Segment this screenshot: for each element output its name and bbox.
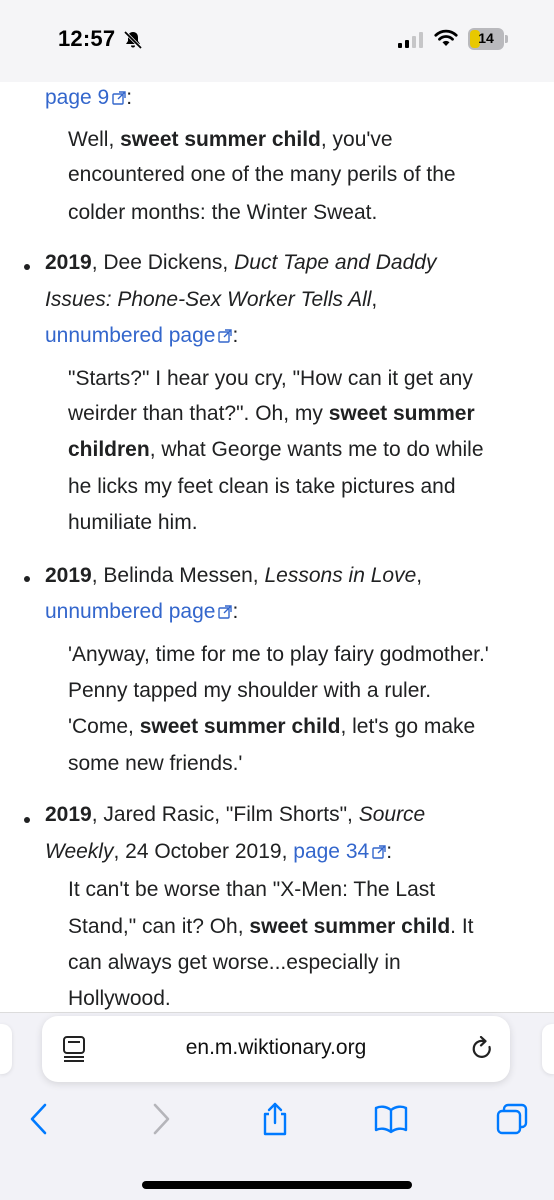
citation-line: 2019, Belinda Messen, Lessons in Love, (45, 564, 423, 587)
list-bullet (24, 264, 30, 270)
signal-icon (398, 32, 423, 48)
book-title: Lessons in Love (264, 564, 417, 587)
quote-line: Well, sweet summer child, you've (68, 128, 393, 151)
article-content: page 9: Well, sweet summer child, you've… (0, 82, 554, 1010)
external-link-icon (218, 329, 233, 343)
book-title: Duct Tape and Daddy (234, 251, 437, 274)
quote-line: "Starts?" I hear you cry, "How can it ge… (68, 367, 473, 390)
citation-line: 2019, Dee Dickens, Duct Tape and Daddy (45, 251, 437, 274)
next-tab-peek[interactable] (542, 1024, 554, 1074)
highlight-term: sweet summer child (249, 915, 451, 938)
quote-line: humiliate him. (68, 511, 198, 534)
citation-line: Issues: Phone-Sex Worker Tells All, (45, 288, 378, 311)
chevron-left-icon[interactable] (23, 1102, 57, 1136)
citation-line: unnumbered page: (45, 600, 239, 623)
quote-line: children, what George wants me to do whi… (68, 438, 484, 461)
url-text[interactable]: en.m.wiktionary.org (42, 1036, 510, 1060)
quote-line: 'Anyway, time for me to play fairy godmo… (68, 643, 489, 666)
bell-slash-icon (123, 30, 143, 50)
source-link[interactable]: page 34 (293, 840, 369, 863)
citation-line: 2019, Jared Rasic, "Film Shorts", Source (45, 803, 426, 826)
citation-year: 2019 (45, 803, 92, 826)
source-link[interactable]: page 9 (45, 86, 109, 109)
quote-line: 'Come, sweet summer child, let's go make (68, 715, 476, 738)
citation-line: page 9: (45, 86, 133, 109)
reload-icon[interactable] (470, 1036, 494, 1062)
citation-year: 2019 (45, 564, 92, 587)
highlight-term: sweet summer child (120, 128, 321, 151)
quote-line: Stand," can it? Oh, sweet summer child. … (68, 915, 474, 938)
list-bullet (24, 817, 30, 823)
quote-line: can always get worse...especially in (68, 951, 401, 974)
status-time: 12:57 (58, 26, 116, 51)
source-link[interactable]: unnumbered page (45, 600, 215, 623)
previous-tab-peek[interactable] (0, 1024, 12, 1074)
highlight-term: sweet summer (328, 402, 475, 425)
source-link[interactable]: unnumbered page (45, 324, 215, 347)
quote-line: he licks my feet clean is take pictures … (68, 475, 456, 498)
publication-title: Weekly (45, 840, 114, 863)
external-link-icon (112, 91, 126, 105)
citation-line: unnumbered page: (45, 324, 239, 347)
home-indicator (142, 1181, 412, 1189)
highlight-term: children (68, 438, 150, 461)
publication-title: Source (358, 803, 426, 826)
quote-line: encountered one of the many perils of th… (68, 163, 456, 186)
list-bullet (24, 576, 30, 582)
share-icon[interactable] (258, 1102, 292, 1136)
battery-level: 14 (478, 30, 494, 46)
tabs-icon[interactable] (495, 1102, 529, 1136)
status-bar: 12:57 14 (0, 0, 554, 82)
quote-line: Hollywood. (68, 987, 171, 1010)
battery-indicator: 14 (468, 28, 508, 50)
external-link-icon (372, 845, 386, 859)
external-link-icon (218, 605, 233, 619)
book-icon[interactable] (374, 1102, 408, 1136)
citation-year: 2019 (45, 251, 92, 274)
address-bar[interactable]: en.m.wiktionary.org (42, 1016, 510, 1082)
quote-line: It can't be worse than "X-Men: The Last (68, 878, 436, 901)
wifi-icon (434, 29, 458, 46)
quote-line: colder months: the Winter Sweat. (68, 201, 378, 224)
book-title: Issues: Phone-Sex Worker Tells All (45, 288, 372, 311)
highlight-term: sweet summer child (139, 715, 341, 738)
quote-line: Penny tapped my shoulder with a ruler. (68, 679, 432, 702)
quote-line: weirder than that?". Oh, my sweet summer (68, 402, 475, 425)
citation-line: Weekly, 24 October 2019, page 34: (45, 840, 393, 863)
quote-line: some new friends.' (68, 752, 243, 775)
chevron-right-icon[interactable] (143, 1102, 177, 1136)
